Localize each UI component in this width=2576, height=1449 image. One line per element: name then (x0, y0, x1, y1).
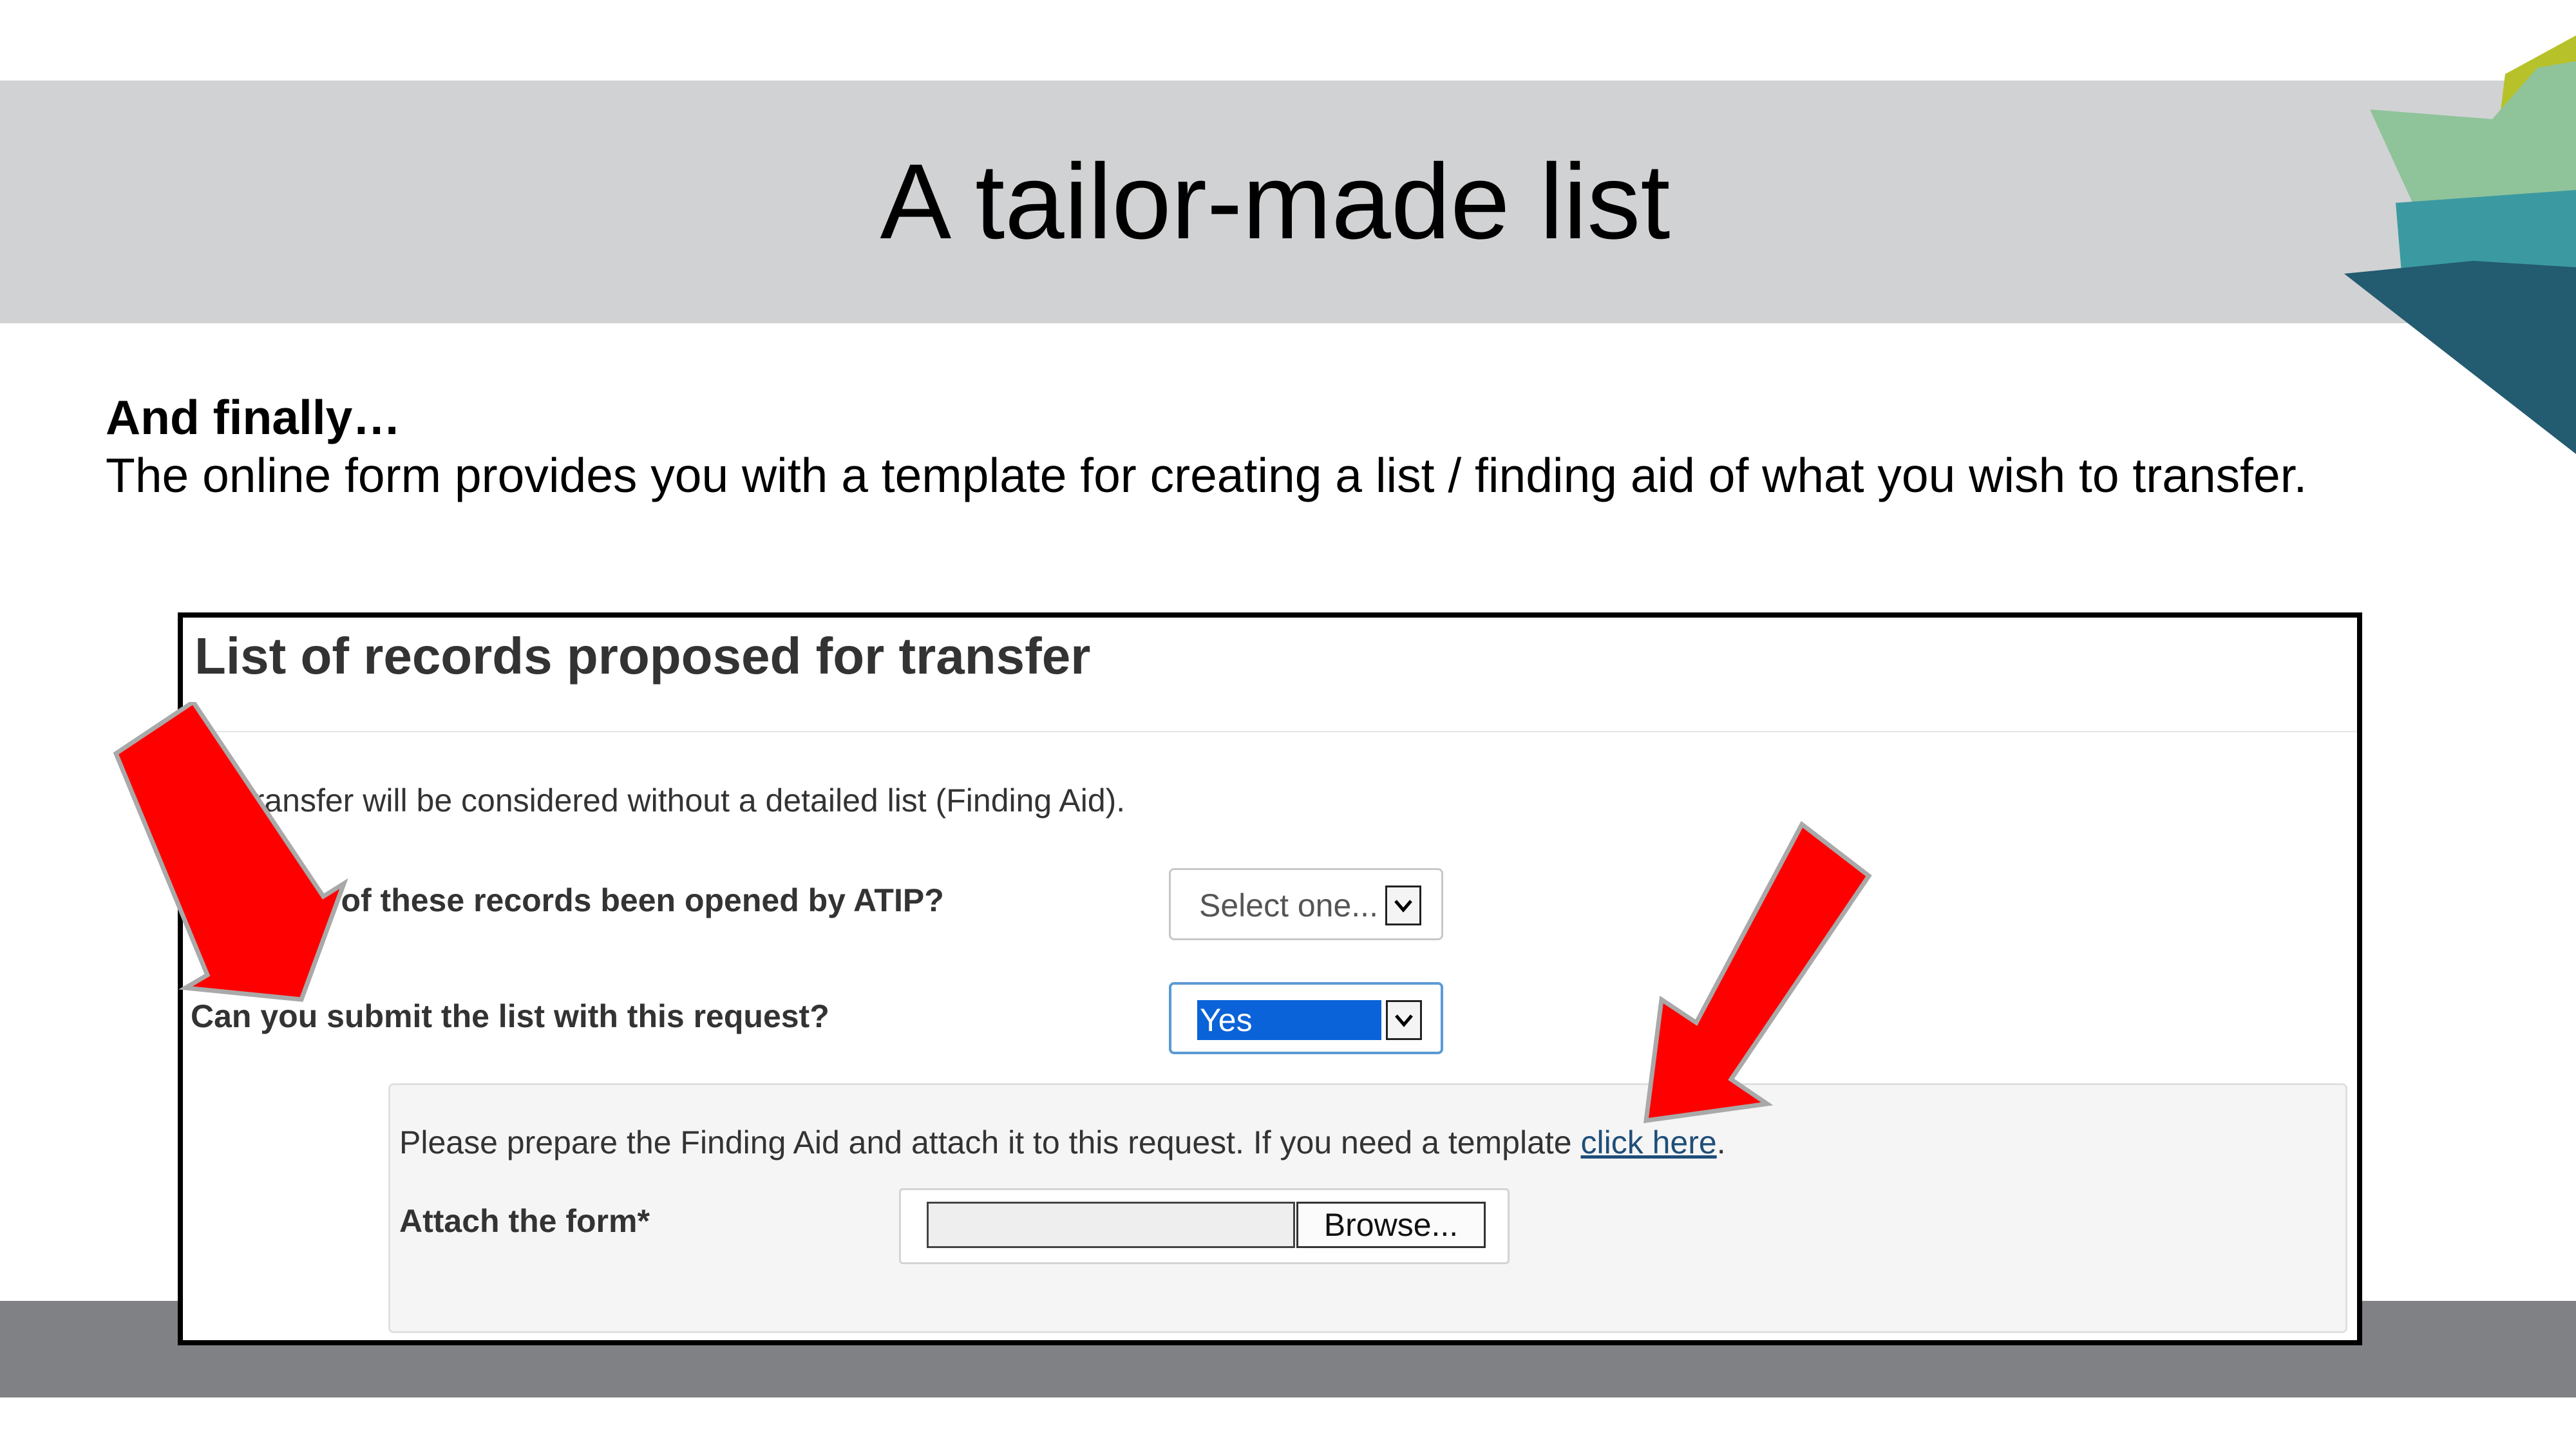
attach-form-label: Attach the form* (399, 1203, 650, 1239)
red-arrow-icon (1643, 820, 1872, 1124)
file-path-field[interactable] (927, 1202, 1295, 1248)
finding-aid-panel: Please prepare the Finding Aid and attac… (388, 1083, 2347, 1333)
instructions-text: Please prepare the Finding Aid and attac… (399, 1124, 1581, 1160)
intro-text: The online form provides you with a temp… (106, 448, 2307, 502)
dropdown-arrow-icon[interactable] (1385, 886, 1421, 925)
atip-select-value: Select one... (1199, 887, 1378, 923)
form-screenshot: List of records proposed for transfer No… (178, 612, 2362, 1345)
divider (183, 731, 2357, 732)
file-upload: Browse... (899, 1188, 1510, 1264)
submit-list-select[interactable]: Yes (1169, 982, 1443, 1054)
finding-aid-instructions: Please prepare the Finding Aid and attac… (399, 1124, 1726, 1161)
slide-title: A tailor-made list (880, 142, 1671, 261)
form-title: List of records proposed for transfer (194, 627, 1091, 685)
corner-leaf-decoration (2344, 35, 2576, 454)
submit-list-select-value: Yes (1197, 1000, 1381, 1040)
red-arrow-icon (113, 702, 348, 1002)
browse-button[interactable]: Browse... (1296, 1202, 1486, 1248)
dropdown-arrow-icon[interactable] (1386, 1000, 1422, 1040)
intro-heading: And finally… (106, 390, 401, 444)
atip-select[interactable]: Select one... (1169, 868, 1443, 940)
